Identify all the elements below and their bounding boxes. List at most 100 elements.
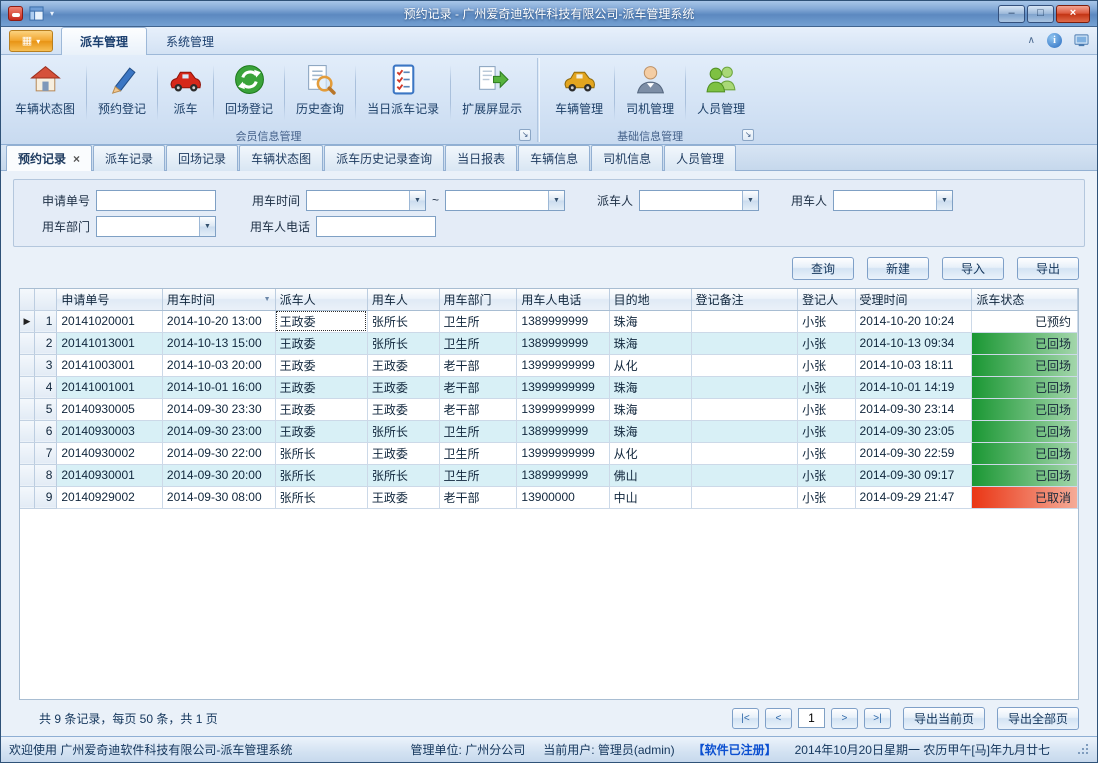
cell-status[interactable]: 已取消 (972, 486, 1078, 508)
cell-use_time[interactable]: 2014-09-30 20:00 (162, 464, 275, 486)
cell-remark[interactable] (691, 420, 798, 442)
row-indicator[interactable] (20, 486, 34, 508)
cell-dept[interactable]: 卫生所 (439, 332, 517, 354)
cell-order_no[interactable]: 20141020001 (57, 310, 163, 332)
cell-accept_time[interactable]: 2014-10-13 09:34 (855, 332, 972, 354)
doc-tab-driver-info[interactable]: 司机信息 (591, 145, 663, 171)
cell-remark[interactable] (691, 354, 798, 376)
phone-input[interactable] (316, 216, 436, 237)
export-all-pages-button[interactable]: 导出全部页 (997, 707, 1079, 730)
row-number[interactable]: 7 (34, 442, 57, 464)
cell-status[interactable]: 已回场 (972, 376, 1078, 398)
cell-dept[interactable]: 卫生所 (439, 442, 517, 464)
column-header-order_no[interactable]: 申请单号 (57, 289, 163, 310)
dispatch-button[interactable]: 派车 (159, 58, 212, 127)
cell-phone[interactable]: 1389999999 (517, 464, 609, 486)
cell-user[interactable]: 王政委 (367, 376, 439, 398)
cell-destination[interactable]: 从化 (609, 442, 691, 464)
current-row-indicator[interactable]: ▶ (20, 310, 34, 332)
export-button[interactable]: 导出 (1017, 257, 1079, 280)
last-page-button[interactable]: >| (864, 708, 891, 729)
dispatcher-combo[interactable]: ▼ (639, 190, 759, 211)
user-combo[interactable]: ▼ (833, 190, 953, 211)
column-header-remark[interactable]: 登记备注 (691, 289, 798, 310)
cell-dispatcher[interactable]: 王政委 (275, 310, 367, 332)
cell-order_no[interactable]: 20141013001 (57, 332, 163, 354)
row-number[interactable]: 2 (34, 332, 57, 354)
display-style-icon[interactable] (1074, 33, 1089, 48)
vehicle-status-chart-button[interactable]: 车辆状态图 (5, 58, 85, 127)
cell-use_time[interactable]: 2014-09-30 08:00 (162, 486, 275, 508)
row-number[interactable]: 6 (34, 420, 57, 442)
table-row[interactable]: 7201409300022014-09-30 22:00张所长王政委卫生所139… (20, 442, 1078, 464)
doc-tab-reservation-records[interactable]: 预约记录× (6, 145, 92, 171)
cell-dispatcher[interactable]: 王政委 (275, 398, 367, 420)
cell-dispatcher[interactable]: 张所长 (275, 442, 367, 464)
query-button[interactable]: 查询 (792, 257, 854, 280)
cell-order_no[interactable]: 20141003001 (57, 354, 163, 376)
cell-dept[interactable]: 老干部 (439, 376, 517, 398)
personnel-management-button[interactable]: 人员管理 (687, 58, 755, 127)
use-time-to-combo[interactable]: ▼ (445, 190, 565, 211)
daily-dispatch-records-button[interactable]: 当日派车记录 (357, 58, 449, 127)
cell-status[interactable]: 已回场 (972, 332, 1078, 354)
info-icon[interactable]: i (1047, 33, 1062, 48)
cell-phone[interactable]: 13999999999 (517, 376, 609, 398)
dialog-launcher-icon[interactable]: ↘ (519, 129, 531, 141)
cell-accept_time[interactable]: 2014-09-30 22:59 (855, 442, 972, 464)
cell-dispatcher[interactable]: 王政委 (275, 354, 367, 376)
license-status-link[interactable]: 【软件已注册】 (693, 741, 777, 758)
cell-destination[interactable]: 中山 (609, 486, 691, 508)
first-page-button[interactable]: |< (732, 708, 759, 729)
chevron-down-icon[interactable]: ▼ (199, 217, 215, 236)
cell-registrar[interactable]: 小张 (798, 310, 855, 332)
cell-remark[interactable] (691, 376, 798, 398)
cell-dispatcher[interactable]: 王政委 (275, 420, 367, 442)
cell-destination[interactable]: 珠海 (609, 398, 691, 420)
cell-remark[interactable] (691, 398, 798, 420)
chevron-down-icon[interactable]: ▼ (936, 191, 952, 210)
cell-user[interactable]: 王政委 (367, 486, 439, 508)
cell-status[interactable]: 已回场 (972, 398, 1078, 420)
close-button[interactable]: × (1056, 5, 1090, 23)
layout-icon[interactable] (29, 6, 44, 21)
cell-use_time[interactable]: 2014-10-13 15:00 (162, 332, 275, 354)
doc-tab-vehicle-info[interactable]: 车辆信息 (518, 145, 590, 171)
table-row[interactable]: 4201410010012014-10-01 16:00王政委王政委老干部139… (20, 376, 1078, 398)
column-filter-icon[interactable]: ▼ (264, 296, 271, 303)
cell-phone[interactable]: 13999999999 (517, 354, 609, 376)
import-button[interactable]: 导入 (942, 257, 1004, 280)
cell-dept[interactable]: 老干部 (439, 354, 517, 376)
cell-order_no[interactable]: 20140930001 (57, 464, 163, 486)
cell-remark[interactable] (691, 442, 798, 464)
cell-destination[interactable]: 佛山 (609, 464, 691, 486)
row-indicator[interactable] (20, 398, 34, 420)
row-indicator[interactable] (20, 376, 34, 398)
chevron-down-icon[interactable]: ▼ (742, 191, 758, 210)
row-indicator[interactable] (20, 420, 34, 442)
ribbon-tab-dispatch-management[interactable]: 派车管理 (61, 27, 147, 55)
cell-accept_time[interactable]: 2014-09-30 09:17 (855, 464, 972, 486)
use-time-from-combo[interactable]: ▼ (306, 190, 426, 211)
order-no-input[interactable] (96, 190, 216, 211)
column-header-destination[interactable]: 目的地 (609, 289, 691, 310)
cell-dept[interactable]: 卫生所 (439, 310, 517, 332)
cell-dispatcher[interactable]: 王政委 (275, 332, 367, 354)
doc-tab-return-records[interactable]: 回场记录 (166, 145, 238, 171)
cell-use_time[interactable]: 2014-09-30 23:30 (162, 398, 275, 420)
collapse-ribbon-icon[interactable]: ∧ (1028, 35, 1035, 46)
cell-registrar[interactable]: 小张 (798, 398, 855, 420)
cell-destination[interactable]: 从化 (609, 354, 691, 376)
table-row[interactable]: 9201409290022014-09-30 08:00张所长王政委老干部139… (20, 486, 1078, 508)
use-time-from-input[interactable] (307, 191, 409, 210)
cell-dept[interactable]: 卫生所 (439, 464, 517, 486)
cell-destination[interactable]: 珠海 (609, 310, 691, 332)
return-register-button[interactable]: 回场登记 (215, 58, 283, 127)
table-row[interactable]: 5201409300052014-09-30 23:30王政委王政委老干部139… (20, 398, 1078, 420)
cell-order_no[interactable]: 20140930003 (57, 420, 163, 442)
cell-dispatcher[interactable]: 张所长 (275, 486, 367, 508)
cell-use_time[interactable]: 2014-10-20 13:00 (162, 310, 275, 332)
prev-page-button[interactable]: < (765, 708, 792, 729)
cell-registrar[interactable]: 小张 (798, 376, 855, 398)
export-current-page-button[interactable]: 导出当前页 (903, 707, 985, 730)
